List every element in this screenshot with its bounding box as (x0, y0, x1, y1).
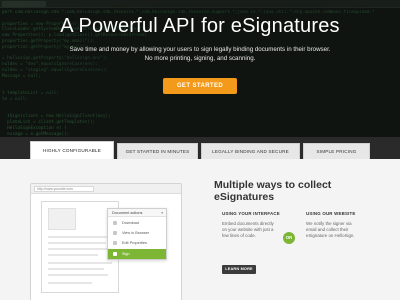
document-text-line (48, 282, 92, 284)
menu-item-sign[interactable]: Sign (108, 249, 166, 259)
menu-item-view-in-browser[interactable]: View in Browser (108, 228, 166, 238)
feature-title-line1: Multiple ways to collect (214, 179, 332, 191)
feature-title-line2: eSignatures (214, 191, 275, 203)
tab-highly-configurable[interactable]: HIGHLY CONFIGURABLE (30, 141, 114, 159)
document-actions-menu: Document actions ▾ Download View in Brow… (107, 208, 167, 260)
document-text-line (48, 274, 108, 276)
menu-item-label: Sign (122, 252, 130, 256)
interface-option-heading: USING YOUR INTERFACE (222, 211, 280, 216)
tab-get-started[interactable]: GET STARTED IN MINUTES (117, 143, 198, 159)
document-image-placeholder (48, 208, 76, 230)
document-actions-header[interactable]: Document actions ▾ (108, 209, 166, 217)
get-started-button[interactable]: GET STARTED (163, 78, 237, 94)
website-option-text: We notify the signer via email and colle… (306, 221, 355, 239)
download-icon (113, 221, 117, 225)
tab-simple-pricing[interactable]: SIMPLE PRICING (303, 143, 370, 159)
website-option-heading: USING OUR WEBSITE (306, 211, 356, 216)
menu-item-label: Edit Properties (122, 241, 147, 245)
menu-item-edit-properties[interactable]: Edit Properties (108, 238, 166, 248)
hero-subtitle-line2: No more printing, signing, and scanning. (144, 55, 256, 62)
document-text-line (48, 236, 112, 238)
hero-title: A Powerful API for eSignatures (60, 15, 340, 37)
pen-icon (113, 252, 117, 256)
browser-url-field: http://www.yoursite.com (34, 186, 94, 192)
document-text-line (48, 254, 98, 256)
menu-item-label: View in Browser (122, 231, 150, 235)
document-text-line (48, 262, 112, 264)
chevron-down-icon: ▾ (161, 211, 163, 215)
view-icon (113, 231, 117, 235)
edit-icon (113, 241, 117, 245)
menu-item-label: Download (122, 221, 139, 225)
document-text-line (48, 242, 106, 244)
document-text-line (48, 248, 110, 250)
browser-toolbar: http://www.yoursite.com (31, 184, 181, 194)
interface-option-text: Embed documents directly on your website… (222, 221, 274, 239)
menu-item-download[interactable]: Download (108, 218, 166, 228)
tab-legally-binding[interactable]: LEGALLY BINDING AND SECURE (201, 143, 300, 159)
hero-subtitle: Save time and money by allowing your use… (0, 45, 400, 63)
feature-title: Multiple ways to collect eSignatures (214, 179, 384, 203)
hero-section: port com.hellosign.sdk.*;com.hellosign.s… (0, 0, 400, 137)
hero-subtitle-line1: Save time and money by allowing your use… (69, 46, 331, 53)
feature-panel: http://www.yoursite.com Document actions… (0, 159, 400, 300)
or-badge: OR (283, 232, 295, 244)
learn-more-button[interactable]: LEARN MORE (222, 265, 256, 274)
document-actions-label: Document actions (112, 211, 143, 215)
feature-tabs: HIGHLY CONFIGURABLE GET STARTED IN MINUT… (0, 137, 400, 159)
document-text-line (48, 268, 104, 270)
